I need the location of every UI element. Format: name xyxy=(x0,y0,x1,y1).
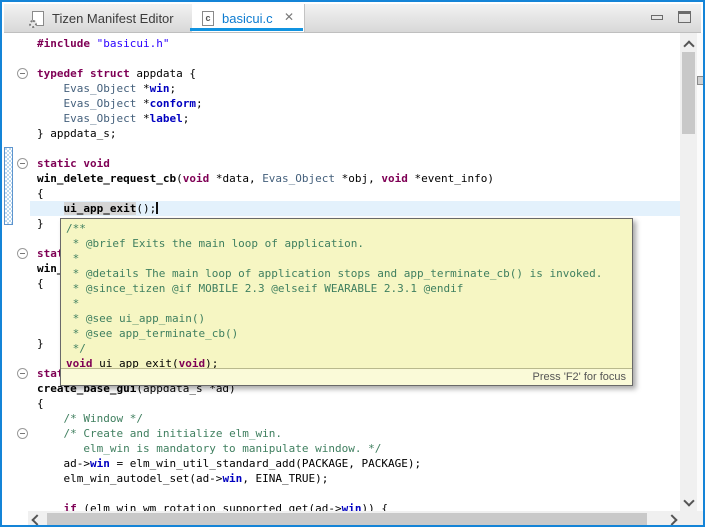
code-line[interactable]: { xyxy=(4,186,680,201)
code-editor[interactable]: #include "basicui.h" typedef struct appda… xyxy=(4,33,680,511)
code-line[interactable]: #include "basicui.h" xyxy=(4,36,680,51)
tooltip-line: */ xyxy=(61,341,632,356)
minimize-icon[interactable] xyxy=(651,15,663,20)
code-line[interactable] xyxy=(4,486,680,501)
code-line[interactable]: typedef struct appdata { xyxy=(4,66,680,81)
code-line[interactable]: Evas_Object *win; xyxy=(4,81,680,96)
text-caret xyxy=(156,202,158,214)
code-line[interactable]: elm_win_autodel_set(ad->win, EINA_TRUE); xyxy=(4,471,680,486)
code-line[interactable] xyxy=(4,141,680,156)
tooltip-line: void ui_app_exit(void); xyxy=(61,356,632,368)
manifest-file-gear-icon xyxy=(32,11,44,26)
maximize-icon[interactable] xyxy=(678,11,691,23)
code-line[interactable]: /* Window */ xyxy=(4,411,680,426)
tooltip-line: * xyxy=(61,296,632,311)
tooltip-line: /** xyxy=(61,221,632,236)
editor-tab-bar: Tizen Manifest Editor c basicui.c ✕ xyxy=(4,4,701,33)
active-tab-underline xyxy=(190,28,303,31)
code-line[interactable]: Evas_Object *conform; xyxy=(4,96,680,111)
code-line[interactable]: elm_win is mandatory to manipulate windo… xyxy=(4,441,680,456)
overview-ruler[interactable] xyxy=(697,33,705,511)
doc-hover-tooltip: /** * @brief Exits the main loop of appl… xyxy=(60,218,633,386)
tab-tizen-manifest-editor[interactable]: Tizen Manifest Editor xyxy=(4,4,193,32)
code-line[interactable]: Evas_Object *label; xyxy=(4,111,680,126)
code-line[interactable]: /* Create and initialize elm_win. xyxy=(4,426,680,441)
tooltip-line: * @details The main loop of application … xyxy=(61,266,632,281)
fold-collapse-icon[interactable] xyxy=(17,428,28,439)
fold-collapse-icon[interactable] xyxy=(17,368,28,379)
c-source-file-icon: c xyxy=(202,11,214,26)
fold-collapse-icon[interactable] xyxy=(17,68,28,79)
tooltip-line: * @see app_terminate_cb() xyxy=(61,326,632,341)
code-line[interactable]: ui_app_exit(); xyxy=(4,201,680,216)
code-line[interactable]: win_delete_request_cb(void *data, Evas_O… xyxy=(4,171,680,186)
close-icon[interactable]: ✕ xyxy=(284,10,294,24)
tooltip-line: * @since_tizen @if MOBILE 2.3 @elseif WE… xyxy=(61,281,632,296)
code-line[interactable]: { xyxy=(4,396,680,411)
horizontal-scrollbar-thumb[interactable] xyxy=(47,513,647,525)
vertical-scrollbar-thumb[interactable] xyxy=(682,52,695,134)
gear-icon xyxy=(29,20,37,28)
ide-window: Tizen Manifest Editor c basicui.c ✕ #inc… xyxy=(0,0,705,527)
tooltip-line: * xyxy=(61,251,632,266)
tooltip-line: * @brief Exits the main loop of applicat… xyxy=(61,236,632,251)
tooltip-focus-hint: Press 'F2' for focus xyxy=(61,368,632,385)
tab-label: Tizen Manifest Editor xyxy=(52,11,174,26)
fold-collapse-icon[interactable] xyxy=(17,158,28,169)
tooltip-line: * @see ui_app_main() xyxy=(61,311,632,326)
fold-collapse-icon[interactable] xyxy=(17,248,28,259)
code-line[interactable]: } appdata_s; xyxy=(4,126,680,141)
scrollbar-corner xyxy=(680,511,705,527)
code-line[interactable]: if (elm_win_wm_rotation_supported_get(ad… xyxy=(4,501,680,511)
code-line[interactable]: ad->win = elm_win_util_standard_add(PACK… xyxy=(4,456,680,471)
code-line[interactable]: static void xyxy=(4,156,680,171)
occurrence-marker[interactable] xyxy=(697,76,705,85)
vertical-scrollbar[interactable] xyxy=(680,33,697,511)
code-line[interactable] xyxy=(4,51,680,66)
tab-label: basicui.c xyxy=(222,11,273,26)
horizontal-scrollbar[interactable] xyxy=(4,511,680,527)
